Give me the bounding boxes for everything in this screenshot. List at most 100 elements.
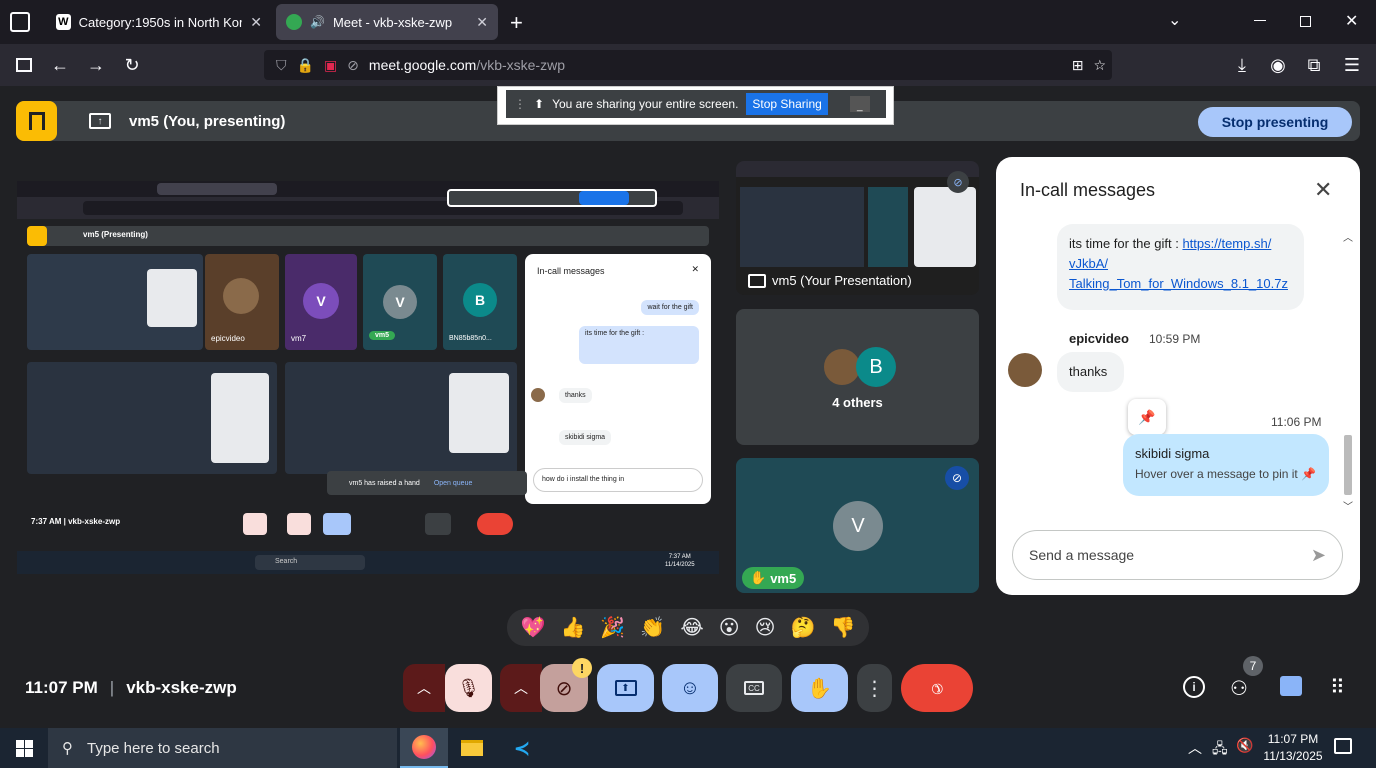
chat-message: thanks bbox=[1057, 352, 1124, 392]
drag-handle-icon[interactable]: ⋮ bbox=[514, 97, 526, 111]
captions-icon: CC bbox=[744, 681, 764, 695]
raise-hand-button[interactable]: ✋ bbox=[791, 664, 848, 712]
emoji-clap-icon[interactable]: 👏 bbox=[640, 615, 665, 640]
others-tile[interactable]: B 4 others bbox=[736, 309, 979, 445]
reload-icon[interactable]: ↻ bbox=[120, 53, 144, 77]
show-hidden-icons[interactable]: ︿ bbox=[1188, 738, 1202, 758]
inner-tile-name: epicvideo bbox=[211, 334, 245, 343]
sharing-banner: ⋮ ⬆ You are sharing your entire screen. … bbox=[497, 86, 894, 125]
forward-icon[interactable]: → bbox=[84, 53, 108, 77]
back-icon[interactable]: ← bbox=[48, 53, 72, 77]
emoji-sad-icon[interactable]: 😢 bbox=[755, 615, 776, 640]
vscode-icon[interactable]: ≺ bbox=[498, 728, 546, 768]
pin-message-button[interactable]: 📌 bbox=[1128, 399, 1166, 435]
tab-wikipedia[interactable]: W Category:1950s in North Korea ✕ bbox=[46, 4, 272, 40]
reactions-button[interactable]: ☺ bbox=[662, 664, 718, 712]
inner-hand-button bbox=[425, 513, 451, 535]
inner-tile-name: vm7 bbox=[291, 334, 307, 343]
file-explorer-icon[interactable] bbox=[448, 728, 496, 768]
install-app-icon[interactable]: ⊞ bbox=[1072, 57, 1084, 74]
notifications-icon[interactable] bbox=[1334, 738, 1352, 754]
chat-link-part[interactable]: Talking_Tom_for_Windows_8.1_10.7z bbox=[1069, 276, 1288, 291]
people-icon[interactable]: ⚇ bbox=[1230, 676, 1248, 701]
others-avatar-initial: B bbox=[856, 347, 896, 387]
chat-icon[interactable] bbox=[1280, 676, 1302, 696]
captions-button[interactable]: CC bbox=[726, 664, 782, 712]
audio-options-button[interactable]: ︿ bbox=[403, 664, 445, 712]
new-tab-icon[interactable]: + bbox=[510, 10, 523, 36]
video-options-button[interactable]: ︿ bbox=[500, 664, 542, 712]
separator: | bbox=[109, 678, 115, 697]
scroll-down-icon[interactable]: ﹀ bbox=[1342, 498, 1354, 513]
close-tab-icon[interactable]: ✕ bbox=[476, 14, 488, 31]
pin-hint-text: Hover over a message to pin it bbox=[1135, 467, 1298, 481]
close-window-icon[interactable]: ✕ bbox=[1345, 11, 1358, 31]
minimize-icon[interactable] bbox=[1254, 20, 1266, 21]
inner-msg: its time for the gift : bbox=[579, 326, 699, 364]
inner-bn-avatar: B bbox=[463, 283, 497, 317]
bookmark-star-icon[interactable]: ☆ bbox=[1093, 57, 1112, 74]
inner-footer-time: 7:37 AM | vkb-xske-zwp bbox=[31, 517, 121, 526]
inner-msg: wait for the gift bbox=[641, 300, 699, 315]
mic-toggle-button[interactable]: 🎙︎ bbox=[445, 664, 492, 712]
scroll-thumb[interactable] bbox=[1344, 435, 1352, 495]
emoji-thumbs-up-icon[interactable]: 👍 bbox=[560, 615, 585, 640]
inner-chat-input-text: how do i install the thing in bbox=[542, 476, 625, 483]
tab-list-icon[interactable] bbox=[10, 12, 30, 32]
chat-input[interactable]: Send a message ➤ bbox=[1012, 530, 1343, 580]
speaker-icon[interactable]: 🔊 bbox=[310, 15, 325, 29]
emoji-heart-icon[interactable]: 💖 bbox=[521, 615, 546, 640]
restore-icon[interactable] bbox=[1300, 16, 1311, 27]
emoji-party-icon[interactable]: 🎉 bbox=[600, 615, 625, 640]
presentation-preview-tile[interactable]: ⊘ vm5 (Your Presentation) bbox=[736, 161, 979, 295]
reaction-bar: 💖 👍 🎉 👏 😂 😮 😢 🤔 👎 bbox=[507, 609, 869, 646]
emoji-surprised-icon[interactable]: 😮 bbox=[719, 615, 740, 640]
close-chat-icon[interactable]: ✕ bbox=[1314, 177, 1332, 203]
emoji-thumbs-down-icon[interactable]: 👎 bbox=[831, 615, 856, 640]
search-icon: ⚲ bbox=[62, 740, 73, 757]
inner-search-text: Search bbox=[275, 558, 298, 565]
more-options-button[interactable]: ⋮ bbox=[857, 664, 892, 712]
windows-start-icon[interactable] bbox=[0, 728, 48, 768]
leave-call-button[interactable]: ✆ bbox=[901, 664, 973, 712]
tab-meet[interactable]: 🔊 Meet - vkb-xske-zwp ✕ bbox=[276, 4, 498, 40]
screen-share-indicator-icon[interactable]: ▣ bbox=[324, 57, 337, 74]
present-button[interactable]: ⬆ bbox=[597, 664, 654, 712]
participant-tile-vm5[interactable]: ⊘ V ✋ vm5 bbox=[736, 458, 979, 593]
network-icon[interactable]: 🖧 bbox=[1212, 738, 1228, 762]
lock-icon[interactable]: 🔒 bbox=[297, 57, 314, 74]
vm5-name-chip: ✋ vm5 bbox=[742, 567, 805, 589]
chat-link-part[interactable]: https://temp.sh/ bbox=[1182, 236, 1271, 251]
extensions-icon[interactable]: ⧉ bbox=[1302, 53, 1326, 77]
taskbar-search[interactable]: ⚲ Type here to search bbox=[48, 728, 397, 768]
chat-scrollbar[interactable]: ︿ ﹀ bbox=[1342, 229, 1354, 513]
chevron-down-icon[interactable]: ⌄ bbox=[1168, 10, 1181, 30]
meeting-info-icon[interactable]: i bbox=[1183, 676, 1205, 698]
shield-icon[interactable]: ⛉ bbox=[276, 57, 287, 74]
url-bar[interactable]: ⛉ 🔒 ▣ ⊘ meet.google.com/vkb-xske-zwp ⊞ ☆ bbox=[264, 50, 1112, 80]
account-icon[interactable]: ◉ bbox=[1266, 53, 1290, 77]
emoji-thinking-icon[interactable]: 🤔 bbox=[791, 615, 816, 640]
hide-banner-button[interactable]: _ bbox=[849, 96, 870, 112]
camera-off-icon[interactable]: ⊘ bbox=[347, 57, 359, 74]
stop-sharing-button[interactable]: Stop Sharing bbox=[746, 93, 828, 115]
activities-icon[interactable]: ⠿ bbox=[1330, 675, 1345, 700]
mic-off-icon: ⊘ bbox=[945, 466, 969, 490]
chat-link-part[interactable]: vJkbA/ bbox=[1069, 256, 1108, 271]
download-icon[interactable]: ⤓ bbox=[1230, 53, 1254, 77]
send-icon[interactable]: ➤ bbox=[1311, 545, 1326, 566]
close-tab-icon[interactable]: ✕ bbox=[250, 14, 262, 31]
smiley-icon: ☺ bbox=[679, 676, 701, 699]
firefox-icon[interactable] bbox=[400, 728, 448, 768]
stop-presenting-button[interactable]: Stop presenting bbox=[1198, 107, 1352, 137]
share-screen-icon: ⬆ bbox=[534, 97, 545, 111]
taskbar-clock[interactable]: 11:07 PM 11/13/2025 bbox=[1258, 731, 1328, 765]
menu-icon[interactable]: ☰ bbox=[1340, 53, 1364, 77]
scroll-up-icon[interactable]: ︿ bbox=[1342, 229, 1354, 244]
presenting-label: vm5 (You, presenting) bbox=[129, 112, 286, 130]
volume-muted-icon[interactable]: 🔇 bbox=[1236, 737, 1253, 754]
pin-hint: Hover over a message to pin it 📌 bbox=[1135, 464, 1317, 484]
inner-raised-hand-text: vm5 has raised a hand bbox=[349, 479, 420, 487]
sidebar-icon[interactable] bbox=[12, 53, 36, 77]
emoji-laugh-icon[interactable]: 😂 bbox=[680, 615, 703, 640]
